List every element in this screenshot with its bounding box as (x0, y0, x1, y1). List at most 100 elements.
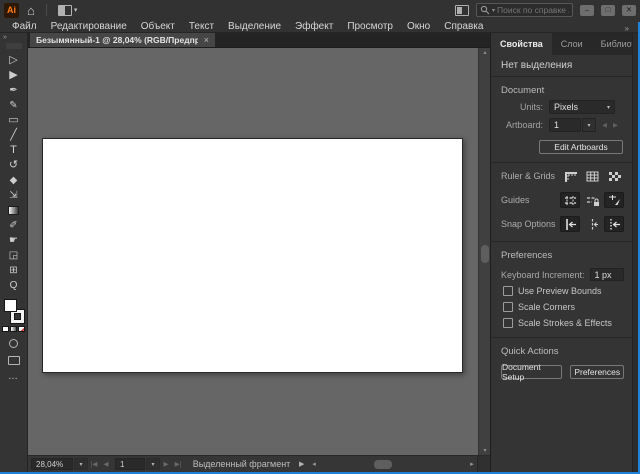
previous-artboard-button[interactable]: ◀ (100, 460, 112, 468)
horizontal-scrollbar[interactable]: ◂ ▸ (309, 456, 477, 473)
scale-tool[interactable]: ⇲ (3, 188, 25, 203)
search-input[interactable] (497, 5, 569, 15)
line-segment-tool[interactable]: ╱ (3, 128, 25, 143)
snap-to-pixel-button[interactable] (604, 216, 624, 232)
none-button[interactable] (18, 326, 25, 332)
show-guides-button[interactable] (560, 192, 580, 208)
artboard-number-field[interactable]: 1 (115, 458, 145, 470)
artboard-tool[interactable]: ⊞ (3, 263, 25, 278)
arrange-documents-icon[interactable] (455, 5, 469, 16)
help-search-box[interactable]: ▾ (476, 3, 573, 17)
artboard-row: Artboard: 1 ▾ ◀ ▶ (491, 118, 632, 132)
keyboard-increment-field[interactable]: 1 px (590, 268, 624, 281)
canvas[interactable]: ▴ ▾ (28, 48, 490, 455)
menu-view[interactable]: Просмотр (340, 20, 400, 33)
gradient-tool[interactable] (3, 203, 25, 218)
snap-to-point-button[interactable] (582, 216, 602, 232)
draw-mode-icon[interactable] (9, 339, 18, 348)
show-transparency-grid-button[interactable] (604, 168, 624, 184)
paintbrush-tool[interactable]: ✎ (3, 98, 25, 113)
menu-select[interactable]: Выделение (221, 20, 288, 33)
menu-window[interactable]: Окно (400, 20, 437, 33)
scroll-down-icon[interactable]: ▾ (479, 447, 490, 454)
document-tab[interactable]: Безымянный-1 @ 28,04% (RGB/Предпросмотр … (30, 33, 215, 47)
show-rulers-button[interactable] (560, 168, 580, 184)
color-mode-buttons (2, 326, 25, 332)
lock-guides-button[interactable] (582, 192, 602, 208)
artboard-dropdown-caret[interactable]: ▾ (582, 118, 596, 132)
vertical-scrollbar[interactable]: ▴ ▾ (478, 48, 490, 455)
snap-to-grid-button[interactable] (560, 216, 580, 232)
fill-swatch[interactable] (4, 299, 17, 312)
eyedropper-tool[interactable]: ✐ (3, 218, 25, 233)
tab-close-icon[interactable]: × (204, 35, 209, 45)
title-bar: Ai ⌂ ▾ ▾ – □ ✕ (0, 0, 640, 20)
preferences-button[interactable]: Preferences (570, 365, 624, 379)
toolbar-drag-handle[interactable] (6, 43, 22, 49)
keyboard-increment-row: Keyboard Increment: 1 px (491, 265, 632, 283)
gradient-button[interactable] (10, 326, 17, 332)
scale-corners-checkbox[interactable] (503, 302, 513, 312)
ruler-grids-label: Ruler & Grids (501, 171, 558, 181)
color-button[interactable] (2, 326, 9, 332)
menu-help[interactable]: Справка (437, 20, 490, 33)
panel-collapse-icon[interactable]: » (625, 24, 629, 33)
next-artboard-button[interactable]: ▶ (160, 460, 172, 468)
document-setup-button[interactable]: Document Setup (501, 365, 562, 379)
fill-stroke-indicator[interactable] (3, 299, 25, 323)
close-button[interactable]: ✕ (622, 5, 636, 16)
scroll-left-icon[interactable]: ◂ (309, 460, 319, 468)
next-artboard-icon[interactable]: ▶ (613, 121, 618, 129)
pen-tool[interactable]: ✒ (3, 83, 25, 98)
maximize-button[interactable]: □ (601, 5, 615, 16)
type-tool[interactable]: T (3, 143, 25, 158)
rotate-tool[interactable]: ↺ (3, 158, 25, 173)
artboard-label: Artboard: (499, 120, 549, 130)
horizontal-scrollbar-track[interactable] (319, 456, 467, 473)
menu-type[interactable]: Текст (182, 20, 221, 33)
menu-object[interactable]: Объект (134, 20, 182, 33)
horizontal-scrollbar-thumb[interactable] (374, 460, 392, 469)
home-icon[interactable]: ⌂ (27, 4, 35, 17)
gradient-tool-icon (8, 206, 19, 215)
rectangle-tool[interactable]: ▭ (3, 113, 25, 128)
selection-tool[interactable]: ▷ (3, 53, 25, 68)
scroll-right-icon[interactable]: ▸ (467, 460, 477, 468)
direct-selection-tool[interactable]: ▶ (3, 68, 25, 83)
units-dropdown[interactable]: Pixels ▾ (549, 100, 615, 114)
edit-artboards-button[interactable]: Edit Artboards (539, 140, 623, 154)
screen-mode-icon[interactable] (8, 356, 20, 365)
menu-edit[interactable]: Редактирование (44, 20, 134, 33)
status-flyout-icon[interactable]: ▶ (299, 460, 309, 468)
menu-effect[interactable]: Эффект (288, 20, 340, 33)
toolbar-collapse-icon[interactable]: » (0, 33, 7, 41)
last-artboard-button[interactable]: ▶| (172, 460, 184, 468)
use-preview-bounds-checkbox[interactable] (503, 286, 513, 296)
type-tool-icon: T (10, 145, 17, 156)
keyboard-increment-label: Keyboard Increment: (501, 270, 585, 280)
show-grid-button[interactable] (582, 168, 602, 184)
zoom-tool[interactable]: Q (3, 278, 25, 293)
artboard-dropdown[interactable]: 1 (549, 118, 581, 132)
scale-strokes-effects-checkbox[interactable] (503, 318, 513, 328)
scale-corners-row: Scale Corners (491, 299, 632, 315)
previous-artboard-icon[interactable]: ◀ (602, 121, 607, 129)
vertical-scrollbar-thumb[interactable] (481, 245, 489, 263)
edit-toolbar-icon[interactable]: … (8, 371, 19, 382)
tab-properties[interactable]: Свойства (491, 33, 552, 55)
smart-guides-button[interactable] (604, 192, 624, 208)
artboard[interactable] (42, 138, 463, 373)
first-artboard-button[interactable]: |◀ (88, 460, 100, 468)
minimize-button[interactable]: – (580, 5, 594, 16)
workspace-switcher[interactable]: ▾ (58, 5, 78, 16)
search-scope-caret-icon[interactable]: ▾ (492, 7, 495, 14)
tab-layers[interactable]: Слои (552, 33, 592, 55)
zoom-dropdown-caret[interactable]: ▾ (74, 458, 88, 470)
menu-file[interactable]: Файл (5, 20, 44, 33)
zoom-level-field[interactable]: 28,04% (31, 458, 73, 470)
scroll-up-icon[interactable]: ▴ (479, 49, 490, 56)
shape-builder-tool[interactable]: ◲ (3, 248, 25, 263)
artboard-dropdown-caret[interactable]: ▾ (146, 458, 160, 470)
hand-tool[interactable]: ☛ (3, 233, 25, 248)
eraser-tool[interactable]: ◆ (3, 173, 25, 188)
